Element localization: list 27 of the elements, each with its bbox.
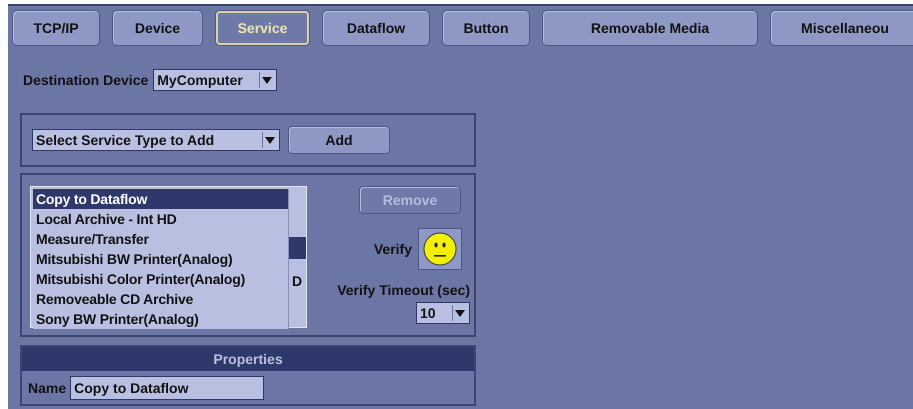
dropdown-option[interactable]: Mitsubishi BW Printer(Analog) (33, 249, 288, 269)
name-field[interactable]: Copy to Dataflow (70, 376, 264, 400)
service-type-dropdown[interactable]: Select Service Type to Add (32, 129, 280, 151)
tab[interactable]: Miscellaneou (770, 10, 913, 46)
tab[interactable]: TCP/IP (12, 10, 100, 46)
destination-device-dropdown[interactable]: MyComputer (153, 69, 278, 91)
tab[interactable]: Button (442, 10, 530, 46)
dropdown-option[interactable]: Copy to Dataflow (33, 189, 288, 209)
service-list[interactable]: D Copy to Dataflow Local Archive - Int HD Measure/Transfer Mitsubishi BW Printer(Analog) Mitsubishi Color Printer(Analog) Removeable CD Archive Sony BW Printer(Analog) (30, 186, 307, 328)
list-item-text: D (292, 272, 302, 291)
neutral-face-icon (423, 232, 457, 266)
dropdown-option[interactable]: Sony BW Printer(Analog) (33, 309, 288, 329)
dropdown-option[interactable]: Removeable CD Archive (33, 289, 288, 309)
dropdown-option[interactable]: Mitsubishi Color Printer(Analog) (33, 269, 288, 289)
tab[interactable]: Dataflow (322, 10, 430, 46)
dropdown-option[interactable]: Local Archive - Int HD (33, 209, 288, 229)
add-button[interactable]: Add (288, 126, 390, 154)
verify-timeout-dropdown[interactable]: 10 (416, 302, 470, 324)
name-label: Name (28, 380, 66, 396)
destination-device-label: Destination Device (23, 72, 148, 88)
verify-button[interactable] (418, 228, 462, 270)
tab[interactable]: Device (112, 10, 203, 46)
verify-label: Verify (374, 241, 412, 257)
verify-timeout-label: Verify Timeout (sec) (337, 282, 470, 298)
properties-header: Properties (22, 347, 474, 371)
tab[interactable]: Removable Media (542, 10, 758, 46)
dropdown-option[interactable]: Measure/Transfer (33, 229, 288, 249)
